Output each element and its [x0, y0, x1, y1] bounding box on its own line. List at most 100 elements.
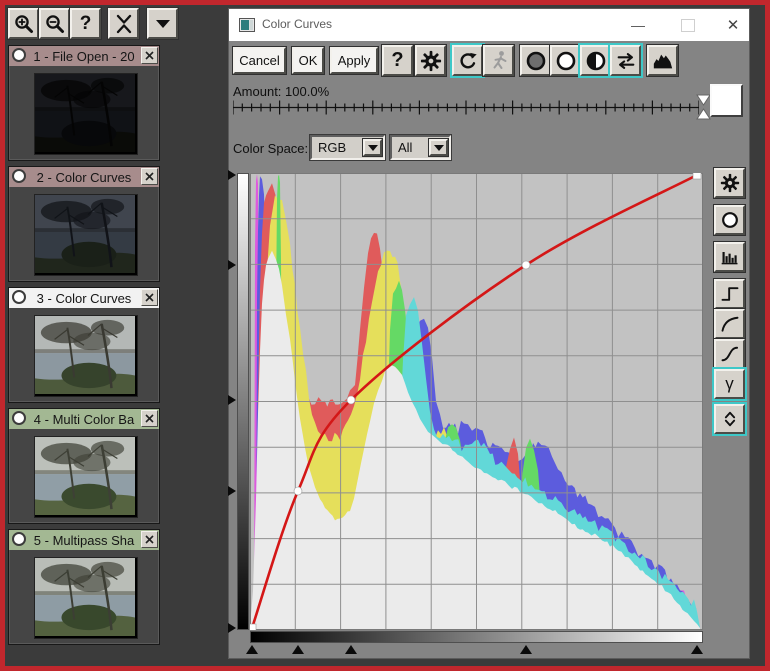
threshold-curve-button[interactable]: [714, 279, 745, 309]
step-item[interactable]: 3 - Color Curves: [8, 287, 160, 403]
dialog-close-button[interactable]: ✕: [723, 14, 743, 36]
zoom-out-button[interactable]: [39, 8, 70, 39]
collapse-vertical-icon: [116, 14, 131, 33]
output-marker[interactable]: [228, 486, 236, 496]
channel-select[interactable]: All: [390, 135, 451, 160]
step-radio-button[interactable]: [12, 532, 26, 546]
input-marker[interactable]: [691, 645, 703, 654]
output-gradient-bar[interactable]: [237, 173, 249, 630]
histogram-toggle-button[interactable]: [647, 45, 678, 76]
auto-refresh-button[interactable]: [452, 45, 483, 76]
step-item[interactable]: 5 - Multipass Sha: [8, 529, 160, 645]
input-marker[interactable]: [246, 645, 258, 654]
panel-help-button[interactable]: ?: [70, 8, 101, 39]
output-marker[interactable]: [228, 623, 236, 633]
color-space-dropdown-button[interactable]: [363, 139, 382, 156]
panel-menu-button[interactable]: [147, 8, 178, 39]
color-space-value: RGB: [318, 140, 347, 155]
input-marker[interactable]: [292, 645, 304, 654]
half-circle-icon: [586, 51, 605, 70]
amount-value: 100.0%: [285, 84, 330, 99]
step-title-bar[interactable]: 1 - File Open - 20: [9, 46, 159, 66]
show-histogram-button[interactable]: [714, 242, 745, 272]
step-close-button[interactable]: [141, 168, 158, 185]
dialog-title-bar[interactable]: Color Curves — ✕: [229, 9, 749, 41]
help-icon: ?: [79, 12, 92, 34]
color-swatch[interactable]: [710, 84, 743, 117]
output-marker[interactable]: [228, 170, 236, 180]
amount-slider-track[interactable]: [233, 100, 699, 115]
step-radio-button[interactable]: [12, 48, 26, 62]
step-item[interactable]: 1 - File Open - 20: [8, 45, 160, 161]
outline-circle-icon: [556, 51, 575, 70]
cancel-button[interactable]: Cancel: [233, 47, 286, 74]
output-marker[interactable]: [228, 395, 236, 405]
step-title-bar[interactable]: 3 - Color Curves: [9, 288, 159, 308]
maximize-button[interactable]: [681, 19, 695, 32]
step-thumbnail[interactable]: [34, 436, 138, 518]
shoulder-curve-button[interactable]: [714, 309, 745, 339]
step-close-button[interactable]: [141, 47, 158, 64]
curve-endpoint[interactable]: [250, 623, 257, 630]
curve-control-point[interactable]: [346, 395, 356, 405]
landscape-photo: [35, 558, 135, 636]
preview-split-button[interactable]: [580, 45, 611, 76]
preview-light-button[interactable]: [550, 45, 581, 76]
curve-endpoint[interactable]: [692, 173, 702, 180]
step-close-button[interactable]: [141, 289, 158, 306]
collapse-button[interactable]: [108, 8, 139, 39]
chevron-down-icon: [367, 144, 378, 151]
curve-options-button[interactable]: [714, 168, 745, 198]
close-icon: [145, 172, 154, 181]
settings-button[interactable]: [415, 45, 446, 76]
app-canvas: ? 1 - File Open - 20 2 - Color Curves 3 …: [0, 0, 770, 671]
compare-swap-button[interactable]: [610, 45, 641, 76]
step-thumbnail[interactable]: [34, 194, 138, 276]
s-curve-button[interactable]: [714, 339, 745, 369]
apply-button[interactable]: Apply: [330, 47, 378, 74]
step-radio-button[interactable]: [12, 169, 26, 183]
step-radio-button[interactable]: [12, 411, 26, 425]
amount-label: Amount: 100.0%: [233, 84, 330, 99]
step-close-button[interactable]: [141, 531, 158, 548]
step-title-bar[interactable]: 4 - Multi Color Ba: [9, 409, 159, 429]
zoom-in-button[interactable]: [8, 8, 39, 39]
step-label: 3 - Color Curves: [36, 290, 132, 306]
close-icon: [145, 414, 154, 423]
color-space-select[interactable]: RGB: [310, 135, 385, 160]
dialog-help-button[interactable]: ?: [382, 45, 413, 76]
output-marker[interactable]: [228, 260, 236, 270]
curve-control-point[interactable]: [293, 486, 303, 496]
step-thumbnail[interactable]: [34, 557, 138, 639]
step-label: 1 - File Open - 20: [33, 48, 135, 64]
ok-button[interactable]: OK: [292, 47, 324, 74]
input-marker[interactable]: [345, 645, 357, 654]
minimize-button[interactable]: —: [628, 15, 648, 35]
step-thumbnail[interactable]: [34, 315, 138, 397]
step-thumbnail[interactable]: [34, 73, 138, 155]
channel-value: All: [398, 140, 413, 155]
gamma-curve-button[interactable]: γ: [714, 369, 745, 399]
amount-slider-handle[interactable]: [696, 94, 711, 120]
curves-plot[interactable]: [250, 173, 703, 630]
help-icon: ?: [391, 49, 404, 71]
point-mode-button[interactable]: [714, 205, 745, 235]
input-marker[interactable]: [520, 645, 532, 654]
chevron-down-button[interactable]: [429, 139, 448, 156]
refresh-icon: [460, 52, 477, 68]
preview-dark-button[interactable]: [520, 45, 551, 76]
input-gradient-bar[interactable]: [250, 631, 703, 643]
histogram-mountain-icon: [653, 54, 672, 68]
step-item[interactable]: 4 - Multi Color Ba: [8, 408, 160, 524]
value-stepper-button[interactable]: [714, 404, 745, 434]
curve-control-point[interactable]: [521, 260, 531, 270]
landscape-photo: [35, 437, 135, 515]
step-item[interactable]: 2 - Color Curves: [8, 166, 160, 282]
step-close-button[interactable]: [141, 410, 158, 427]
zoom-out-icon: [45, 14, 64, 33]
step-radio-button[interactable]: [12, 290, 26, 304]
histogram-bars-icon: [721, 252, 737, 265]
running-person-icon: [493, 50, 506, 69]
step-title-bar[interactable]: 2 - Color Curves: [9, 167, 159, 187]
step-title-bar[interactable]: 5 - Multipass Sha: [9, 530, 159, 550]
